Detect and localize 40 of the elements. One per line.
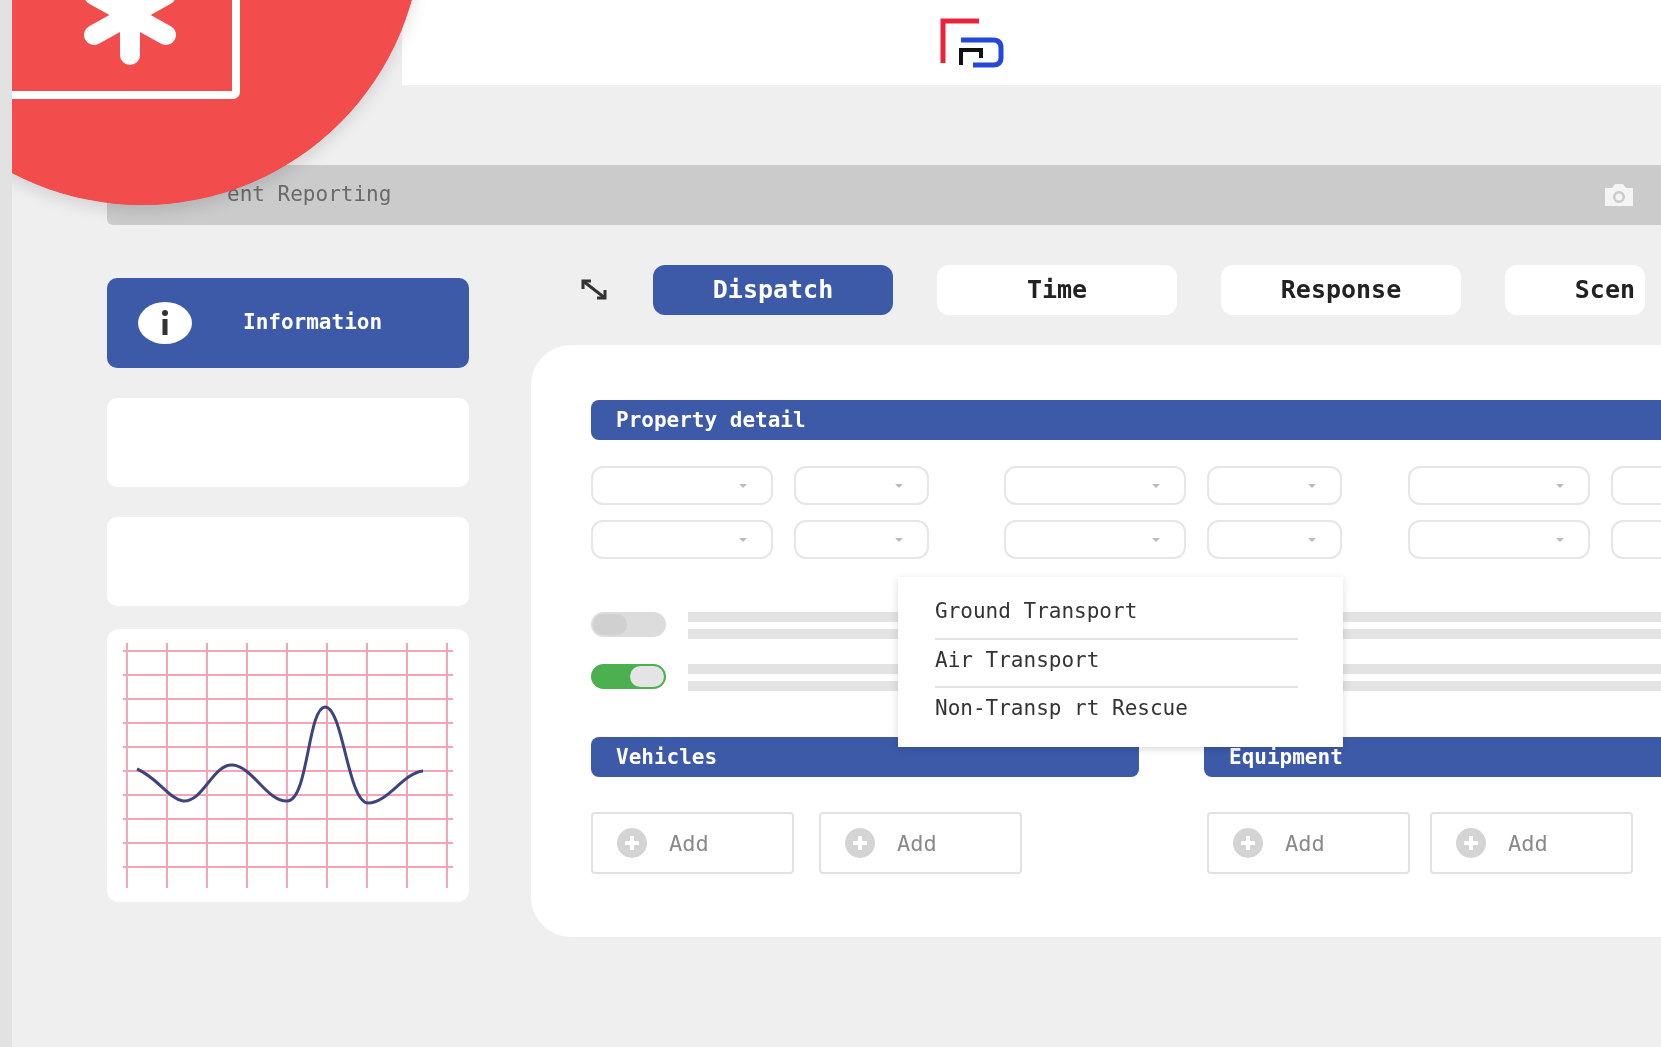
caret-icon	[1306, 535, 1318, 544]
caret-icon	[1554, 535, 1566, 544]
sidebar-item[interactable]: Information	[107, 278, 469, 368]
caret-icon	[1554, 481, 1566, 490]
caret-icon	[893, 535, 905, 544]
section-header: Equipment	[1204, 737, 1661, 777]
expand-icon[interactable]	[579, 278, 609, 302]
dropdown-field[interactable]	[794, 520, 929, 559]
caret-icon	[737, 481, 749, 490]
tab[interactable]: Scen	[1505, 265, 1645, 315]
tab[interactable]: Dispatch	[653, 265, 893, 315]
section-header: Property detail	[591, 400, 1661, 440]
dropdown-field[interactable]	[1004, 466, 1186, 505]
info-icon	[137, 301, 193, 345]
dropdown-field[interactable]	[1207, 466, 1342, 505]
camera-icon[interactable]	[1602, 182, 1636, 208]
plus-icon	[845, 828, 875, 858]
plus-icon	[1233, 828, 1263, 858]
dropdown-field[interactable]	[1408, 520, 1590, 559]
dropdown-field[interactable]	[1408, 466, 1590, 505]
dropdown-field[interactable]	[1207, 520, 1342, 559]
menu-item[interactable]: Air Transport	[935, 639, 1298, 688]
caret-icon	[1150, 535, 1162, 544]
tab[interactable]: Time	[937, 265, 1177, 315]
toggle-switch[interactable]	[591, 612, 666, 637]
dropdown-field[interactable]	[591, 520, 773, 559]
tab[interactable]: Response	[1221, 265, 1461, 315]
caret-icon	[1150, 481, 1162, 490]
plus-icon	[1456, 828, 1486, 858]
caret-icon	[1306, 481, 1318, 490]
caret-icon	[737, 535, 749, 544]
plus-icon	[617, 828, 647, 858]
menu-item[interactable]: Ground Transport	[935, 591, 1298, 640]
dropdown-field[interactable]	[591, 466, 773, 505]
dropdown-field[interactable]	[794, 466, 929, 505]
dropdown-field[interactable]	[1004, 520, 1186, 559]
caret-icon	[893, 481, 905, 490]
page-title: ent Reporting	[227, 181, 392, 209]
toggle-switch[interactable]	[591, 664, 666, 689]
menu-item[interactable]: Non-Transp rt Rescue	[935, 688, 1298, 735]
